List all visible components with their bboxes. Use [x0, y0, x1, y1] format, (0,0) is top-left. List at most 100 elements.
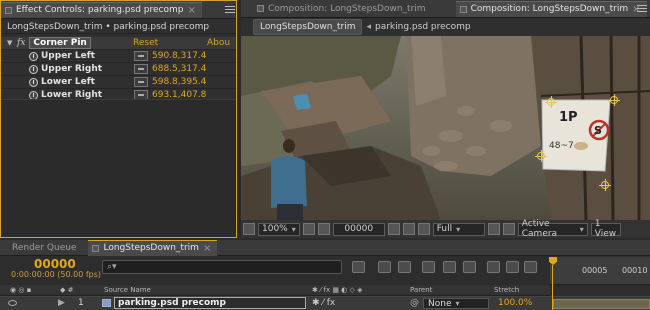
tab-timeline-comp[interactable]: LongStepsDown_trim × — [88, 239, 218, 256]
breadcrumb-precomp[interactable]: parking.psd precomp — [375, 22, 471, 32]
switches-column-icons: ✱ ⁄ fx ▦ ◐ ◇ ◈ — [312, 286, 363, 294]
current-time-field[interactable]: 00000 — [332, 222, 385, 236]
property-label: Lower Left — [41, 77, 95, 87]
tab-effect-controls[interactable]: Effect Controls: parking.psd precomp × — [1, 1, 202, 18]
timeline-column-header: ◉ ◎ ▪ ◆ # Source Name ✱ ⁄ fx ▦ ◐ ◇ ◈ Par… — [0, 285, 550, 296]
ruler-label: 00010 — [622, 266, 648, 275]
composition-breadcrumb: LongStepsDown_trim ◂ parking.psd precomp — [241, 18, 650, 36]
breadcrumb-arrow-icon: ◂ — [366, 22, 371, 32]
panel-menu-icon[interactable] — [225, 6, 235, 14]
tab-composition-label: Composition: LongStepsDown_trim — [268, 3, 426, 14]
transparency-grid-icon[interactable] — [502, 223, 515, 235]
color-channels-icon[interactable] — [417, 223, 430, 235]
tab-effect-controls-label: Effect Controls: parking.psd precomp — [16, 5, 184, 15]
corner-pin-handle-upper-right[interactable] — [608, 94, 620, 106]
point-picker-button[interactable] — [134, 64, 148, 74]
draft-3d-icon[interactable] — [398, 261, 411, 273]
column-source-name[interactable]: Source Name — [104, 286, 151, 294]
hide-shy-layers-icon[interactable] — [422, 261, 435, 273]
sign-parking-text: 1P — [559, 110, 578, 125]
eye-icon[interactable] — [8, 300, 17, 306]
corner-pin-handle-lower-right[interactable] — [599, 179, 611, 191]
time-ruler[interactable]: 00005 00010 — [550, 257, 650, 285]
stopwatch-icon[interactable] — [29, 51, 38, 61]
precomp-icon — [102, 299, 111, 307]
live-update-icon[interactable] — [378, 261, 391, 273]
effect-controls-tab-bar: Effect Controls: parking.psd precomp × — [1, 1, 236, 19]
property-label: Upper Right — [41, 64, 103, 74]
resolution-dropdown[interactable]: Full — [432, 222, 485, 236]
always-preview-icon[interactable] — [243, 223, 255, 235]
about-link[interactable]: Abou — [207, 38, 230, 48]
close-icon[interactable]: × — [203, 243, 211, 254]
corner-pin-handle-lower-left[interactable] — [535, 150, 547, 162]
corner-pin-handle-upper-left[interactable] — [545, 96, 557, 108]
zoom-dropdown[interactable]: 100% — [258, 222, 300, 236]
column-parent[interactable]: Parent — [410, 286, 432, 294]
layer-search-input[interactable]: ⌕▾ — [102, 260, 342, 274]
composition-icon — [459, 5, 467, 13]
search-icon: ⌕▾ — [107, 262, 117, 272]
layer-switches[interactable]: ✱ ⁄ fx — [312, 298, 335, 308]
stopwatch-icon[interactable] — [29, 64, 38, 74]
effect-controls-panel: Effect Controls: parking.psd precomp × L… — [0, 0, 237, 238]
sign-s-letter: S — [594, 124, 602, 137]
tab-composition-2[interactable]: Composition: LongStepsDown_trim × — [455, 0, 647, 17]
property-value[interactable]: 598.8,395.4 — [152, 77, 206, 87]
camera-dropdown[interactable]: Active Camera — [517, 219, 588, 239]
property-row-lower-left: Lower Left 598.8,395.4 — [1, 76, 236, 89]
time-detail: 0:00:00:00 (50.00 fps) — [11, 270, 102, 279]
close-icon[interactable]: × — [187, 5, 195, 16]
effect-controls-breadcrumb: LongStepsDown_trim • parking.psd precomp — [1, 20, 236, 34]
footage-frame: S 1P 48~7 — [241, 36, 650, 220]
twirl-down-icon[interactable]: ▼ — [7, 39, 15, 47]
auto-keyframe-icon[interactable] — [506, 261, 519, 273]
layer-number: 1 — [78, 298, 84, 308]
twirl-right-icon[interactable]: ▶ — [58, 298, 65, 308]
view-layout-dropdown[interactable]: 1 View — [590, 219, 621, 239]
composition-panel: Composition: LongStepsDown_trim Composit… — [241, 0, 650, 239]
tab-timeline-comp-label: LongStepsDown_trim — [103, 243, 199, 253]
region-of-interest-icon[interactable] — [487, 223, 500, 235]
effect-name[interactable]: Corner Pin — [29, 37, 91, 49]
breadcrumb-current-comp[interactable]: LongStepsDown_trim — [253, 19, 363, 35]
timeline-tab-bar: Render Queue LongStepsDown_trim × — [0, 239, 650, 256]
point-picker-button[interactable] — [134, 51, 148, 61]
tab-render-queue[interactable]: Render Queue — [8, 240, 82, 256]
snapshot-icon[interactable] — [387, 223, 400, 235]
panel-menu-icon[interactable] — [637, 5, 647, 13]
fx-toggle[interactable]: fx — [17, 38, 25, 48]
parent-dropdown[interactable]: None — [423, 298, 489, 309]
stretch-value[interactable]: 100.0% — [498, 298, 532, 308]
stopwatch-icon[interactable] — [29, 77, 38, 87]
property-value[interactable]: 590.8,317.4 — [152, 51, 206, 61]
mask-visibility-icon[interactable] — [317, 223, 330, 235]
composition-icon — [257, 5, 264, 12]
motion-blur-icon[interactable] — [463, 261, 476, 273]
current-time-display[interactable]: 00000 — [34, 257, 76, 271]
property-value[interactable]: 688.5,317.4 — [152, 64, 206, 74]
column-stretch[interactable]: Stretch — [494, 286, 519, 294]
tab-render-queue-label: Render Queue — [12, 242, 77, 253]
pick-whip-icon[interactable]: @ — [410, 298, 419, 308]
reset-link[interactable]: Reset — [133, 38, 158, 48]
av-features-column-icon: ◉ ◎ ▪ — [10, 286, 32, 294]
layer-duration-bar[interactable] — [553, 299, 650, 309]
point-picker-button[interactable] — [134, 77, 148, 87]
tab-composition-1[interactable]: Composition: LongStepsDown_trim — [253, 1, 432, 17]
composition-mini-flowchart-icon[interactable] — [352, 261, 365, 273]
effect-header-row[interactable]: ▼ fx Corner Pin Reset Abou — [1, 37, 236, 50]
graph-editor-icon[interactable] — [524, 261, 537, 273]
composition-viewer[interactable]: S 1P 48~7 — [241, 36, 650, 220]
brainstorm-icon[interactable] — [487, 261, 500, 273]
show-snapshot-icon[interactable] — [402, 223, 415, 235]
playhead-icon[interactable] — [549, 257, 557, 265]
current-time-indicator[interactable] — [549, 257, 557, 310]
panel-icon — [5, 6, 12, 14]
label-column-icon: ◆ # — [60, 286, 74, 294]
composition-toolbar: 100% 00000 Full Active Camera 1 View — [241, 219, 650, 239]
frame-blending-icon[interactable] — [443, 261, 456, 273]
safe-zones-icon[interactable] — [302, 223, 315, 235]
layer-name-field[interactable]: parking.psd precomp — [114, 297, 306, 309]
property-row-upper-left: Upper Left 590.8,317.4 — [1, 50, 236, 63]
